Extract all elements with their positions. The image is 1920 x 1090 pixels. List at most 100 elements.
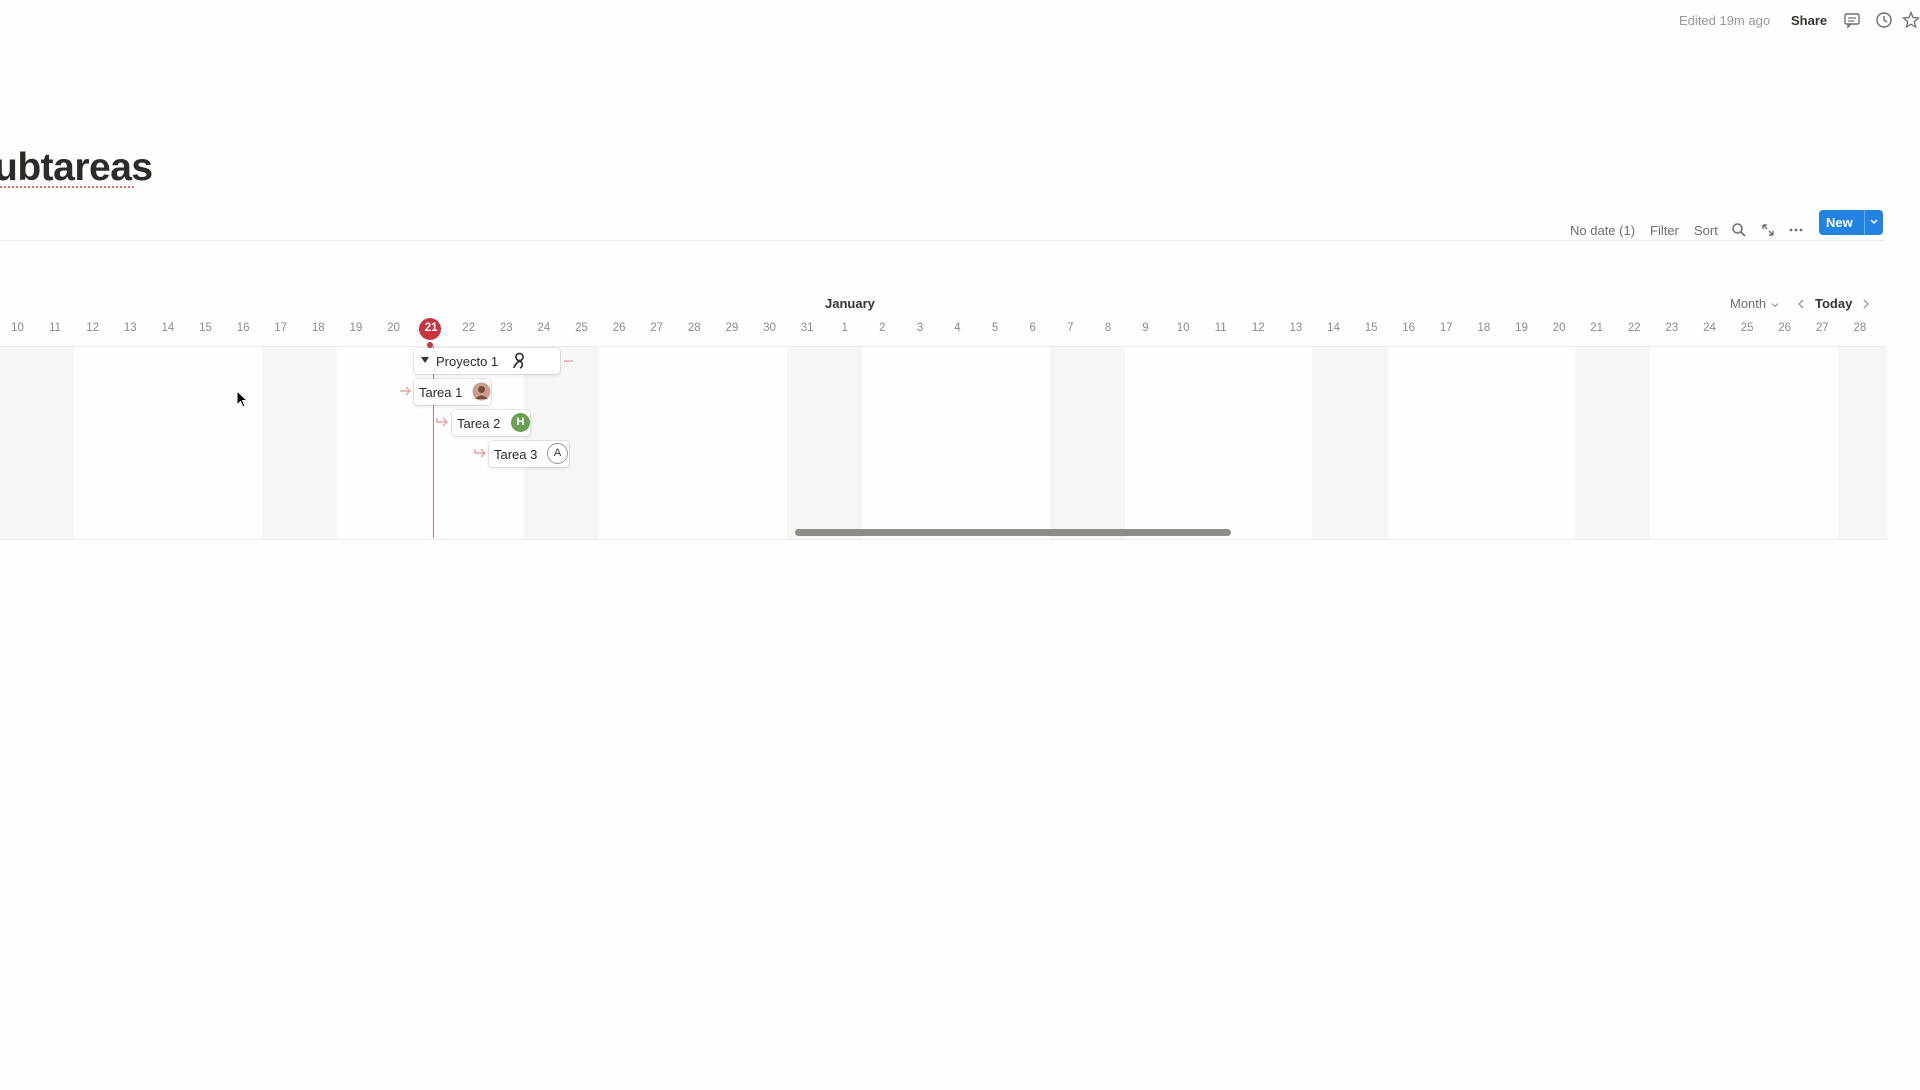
timeline-item-tarea-2[interactable]: Tarea 2 H — [452, 410, 530, 436]
weekend-column — [787, 347, 862, 539]
more-icon[interactable] — [1788, 222, 1804, 238]
avatar: A — [548, 444, 567, 463]
day-label: 28 — [687, 322, 701, 334]
day-label: 13 — [123, 322, 137, 334]
day-label: 8 — [1104, 322, 1112, 334]
day-label: 18 — [311, 322, 325, 334]
day-label: 31 — [800, 322, 814, 334]
day-label: 30 — [763, 322, 776, 334]
day-label: 10 — [1176, 322, 1190, 334]
timeline-item-proyecto-1[interactable]: Proyecto 1 — [414, 348, 560, 374]
new-button-divider — [1864, 210, 1865, 235]
link-arrow-icon — [436, 417, 448, 427]
day-label: 23 — [499, 322, 513, 334]
day-label: 12 — [86, 322, 100, 334]
day-label: 23 — [1665, 322, 1679, 334]
month-label: January — [825, 296, 875, 311]
share-button[interactable]: Share — [1791, 13, 1827, 28]
day-label: 1 — [841, 322, 848, 334]
item-name: Tarea 3 — [494, 447, 538, 462]
day-label: 2 — [879, 322, 886, 334]
page-title: ubtareas — [0, 146, 153, 189]
day-label: 18 — [1477, 322, 1491, 334]
filter-button[interactable]: Filter — [1650, 223, 1679, 238]
day-label: 21 — [424, 322, 438, 334]
timeline-item-tarea-3[interactable]: Tarea 3 A — [489, 441, 569, 467]
timeline-item-tarea-1[interactable]: Tarea 1 — [414, 379, 491, 405]
toolbar-divider — [0, 240, 1885, 241]
day-label: 20 — [1552, 322, 1566, 334]
clock-icon[interactable] — [1875, 11, 1893, 29]
weekend-column — [1050, 347, 1125, 539]
item-name: Tarea 1 — [419, 385, 463, 400]
new-button[interactable]: New — [1819, 210, 1883, 235]
weekend-column — [1838, 347, 1887, 539]
day-label: 9 — [1142, 322, 1149, 334]
day-label: 24 — [1703, 322, 1716, 334]
day-label: 26 — [1778, 322, 1792, 334]
day-label: 26 — [612, 322, 626, 334]
mouse-cursor-icon — [236, 390, 249, 408]
expand-icon[interactable] — [1760, 222, 1776, 238]
day-label: 25 — [575, 322, 588, 334]
day-label: 17 — [274, 322, 288, 334]
next-arrow-icon[interactable] — [1860, 297, 1872, 311]
today-line — [433, 346, 434, 538]
day-label: 17 — [1439, 322, 1453, 334]
day-label: 15 — [1364, 322, 1378, 334]
top-bar: Edited 19m ago Share — [0, 0, 1920, 40]
link-arrow-icon — [474, 448, 486, 458]
star-icon[interactable] — [1902, 11, 1920, 29]
horizontal-scrollbar[interactable] — [795, 529, 1231, 536]
day-label: 11 — [1214, 322, 1227, 334]
prev-arrow-icon[interactable] — [1795, 297, 1807, 311]
timeline-grid — [0, 346, 1887, 540]
day-label: 21 — [1590, 322, 1604, 334]
day-label: 10 — [11, 322, 24, 334]
day-label: 15 — [199, 322, 212, 334]
day-label: 24 — [537, 322, 551, 334]
link-arrow-icon — [564, 360, 573, 362]
day-label: 4 — [954, 322, 961, 334]
spellcheck-underline — [0, 186, 136, 188]
search-icon[interactable] — [1731, 222, 1747, 238]
day-label: 20 — [387, 322, 400, 334]
toggle-triangle-icon[interactable] — [420, 355, 430, 365]
link-arrow-icon — [400, 386, 411, 396]
day-label: 14 — [1327, 322, 1340, 334]
avatar — [472, 382, 491, 401]
day-label: 27 — [650, 322, 664, 334]
edited-status: Edited 19m ago — [1679, 13, 1771, 28]
view-select-label: Month — [1730, 296, 1767, 311]
day-label: 16 — [236, 322, 250, 334]
item-name: Proyecto 1 — [436, 354, 499, 369]
chevron-down-icon — [1771, 302, 1779, 307]
day-label: 5 — [991, 322, 999, 334]
chevron-down-icon[interactable] — [1868, 215, 1880, 229]
day-label: 22 — [1627, 322, 1641, 334]
avatar — [512, 352, 524, 369]
weekend-column — [1312, 347, 1388, 539]
day-label: 14 — [161, 322, 175, 334]
day-label: 19 — [349, 322, 363, 334]
sort-button[interactable]: Sort — [1694, 223, 1718, 238]
day-label: 7 — [1067, 322, 1074, 334]
day-label: 29 — [725, 322, 739, 334]
day-label: 27 — [1815, 322, 1829, 334]
day-label: 25 — [1740, 322, 1754, 334]
day-header-row: 10 11 12 13 14 15 16 17 18 19 20 21 22 23 24 25 26 27 28 29… — [0, 322, 1885, 336]
today-button[interactable]: Today — [1815, 296, 1852, 311]
day-label: 6 — [1029, 322, 1036, 334]
no-date-button[interactable]: No date (1) — [1570, 223, 1635, 238]
weekend-column — [262, 347, 337, 539]
view-select[interactable]: Month — [1730, 296, 1780, 311]
weekend-column — [0, 347, 74, 539]
avatar: H — [511, 413, 530, 432]
day-label: 28 — [1853, 322, 1867, 334]
comment-icon[interactable] — [1843, 11, 1861, 29]
weekend-column — [1575, 347, 1650, 539]
new-button-label: New — [1826, 215, 1853, 230]
day-label: 11 — [49, 322, 62, 334]
day-label: 3 — [916, 322, 924, 334]
day-label: 12 — [1251, 322, 1265, 334]
